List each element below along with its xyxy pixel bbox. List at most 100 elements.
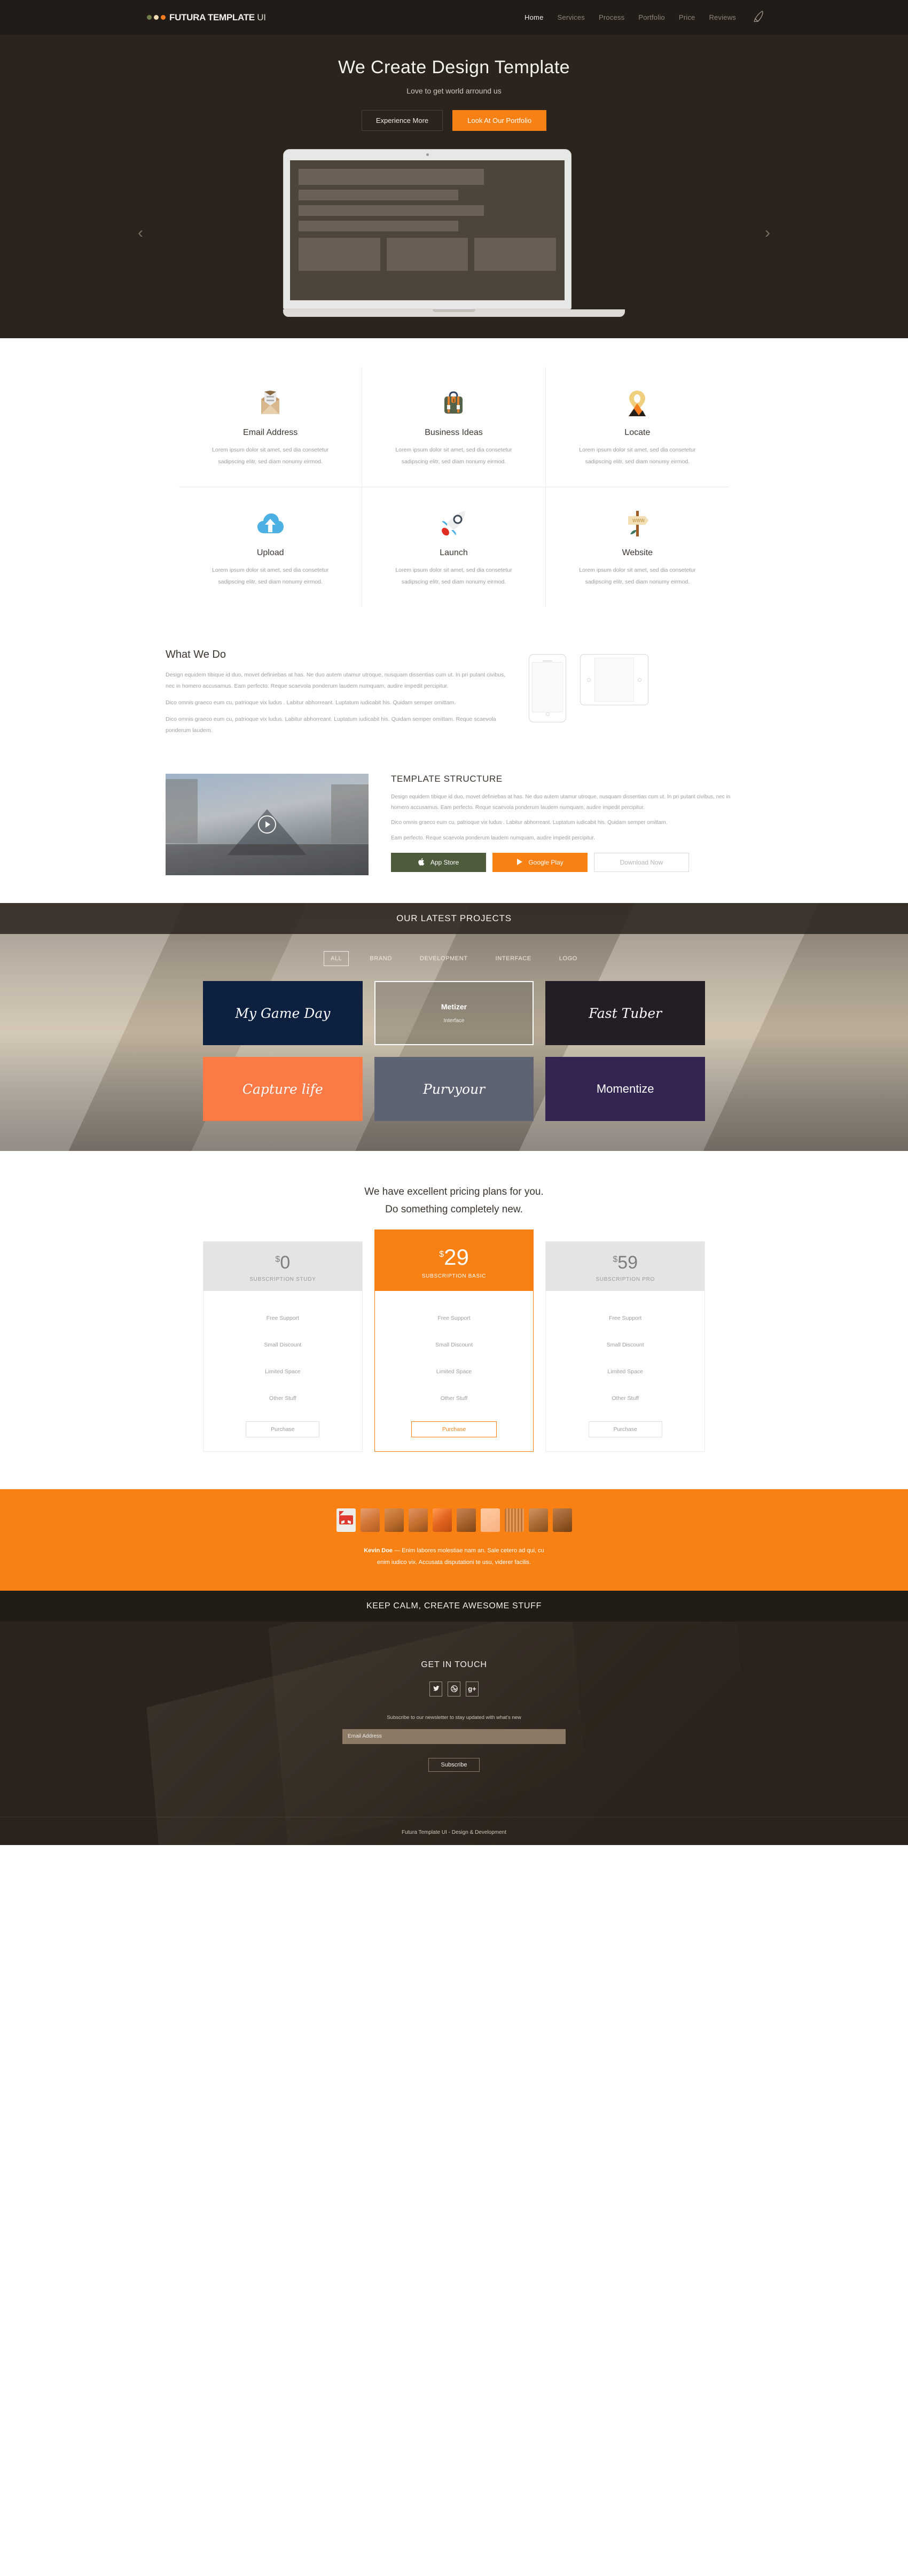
- portfolio-title-bar: OUR LATEST PROJECTS: [0, 903, 908, 935]
- rocket-icon[interactable]: [753, 10, 764, 25]
- carousel-prev-arrow-icon[interactable]: ‹: [138, 224, 143, 242]
- phone-mockup: [529, 654, 566, 723]
- avatar[interactable]: [480, 1508, 500, 1532]
- play-icon[interactable]: [258, 815, 276, 834]
- brand-logo[interactable]: FUTURA TEMPLATE UI: [147, 12, 266, 23]
- pricing-section: We have excellent pricing plans for you.…: [0, 1151, 908, 1489]
- pricing-card-basic: $29 SUBSCRIPTION BASIC Free Support Smal…: [374, 1229, 534, 1452]
- portfolio-tile-metizer[interactable]: Metizer Interface: [374, 981, 534, 1046]
- email-address-input[interactable]: [342, 1729, 566, 1744]
- avatar[interactable]: [528, 1508, 548, 1532]
- portfolio-tile-name: Metizer: [441, 1002, 467, 1011]
- landing-page: FUTURA TEMPLATE UI Home Services Process…: [0, 0, 908, 1845]
- services-section: Email Address Lorem ipsum dolor sit amet…: [0, 338, 908, 631]
- google-play-button[interactable]: Google Play: [492, 853, 588, 873]
- newsletter-label: Subscribe to our newsletter to stay upda…: [387, 1714, 521, 1721]
- nav-item-portfolio[interactable]: Portfolio: [638, 13, 665, 21]
- briefcase-icon: [378, 385, 529, 422]
- template-structure-paragraph-2: Dico omnis graeco eum cu, patrioque vix …: [391, 820, 668, 826]
- google-plus-icon[interactable]: g+: [466, 1681, 479, 1696]
- portfolio-filter-all[interactable]: ALL: [324, 951, 349, 967]
- service-desc-line-1: Lorem ipsum dolor sit amet, sed dia cons…: [395, 447, 512, 453]
- avatar[interactable]: [360, 1508, 380, 1532]
- footer-text: Futura Template UI - Design & Developmen…: [401, 1829, 506, 1835]
- portfolio-filter-interface[interactable]: INTERFACE: [489, 951, 538, 966]
- brand-name-text: FUTURA TEMPLATE: [169, 12, 255, 22]
- portfolio-tile-my-game-day[interactable]: My Game Day: [203, 981, 363, 1046]
- app-store-label: App Store: [430, 859, 459, 867]
- plan-feature: Free Support: [609, 1314, 642, 1321]
- testimonial-section: Kevin Doe — Enim labores molestiae nam a…: [0, 1489, 908, 1591]
- service-card-website[interactable]: WWW Website Lorem ipsum dolor sit amet, …: [546, 487, 729, 607]
- avatar[interactable]: [504, 1508, 524, 1532]
- plan-feature: Other Stuff: [612, 1395, 639, 1402]
- service-title: Business Ideas: [425, 428, 483, 437]
- template-structure-paragraph-1: Design equidem tibique id duo, movet def…: [391, 794, 731, 811]
- avatar[interactable]: [552, 1508, 572, 1532]
- svg-text:WWW: WWW: [632, 518, 645, 523]
- testimonial-author: Kevin Doe: [364, 1547, 393, 1554]
- currency-symbol: $: [439, 1249, 444, 1259]
- google-play-label: Google Play: [528, 859, 563, 867]
- service-title: Email Address: [243, 428, 298, 437]
- nav-item-process[interactable]: Process: [599, 13, 624, 21]
- currency-symbol: $: [613, 1255, 618, 1264]
- avatar[interactable]: [384, 1508, 404, 1532]
- portfolio-tile-fast-tuber[interactable]: Fast Tuber: [545, 981, 705, 1046]
- laptop-mockup: [283, 149, 625, 317]
- service-card-launch[interactable]: Launch Lorem ipsum dolor sit amet, sed d…: [362, 487, 546, 608]
- pricing-heading-line-1: We have excellent pricing plans for you.: [364, 1186, 544, 1198]
- rocket-icon: [378, 505, 529, 542]
- service-card-upload[interactable]: Upload Lorem ipsum dolor sit amet, sed d…: [179, 487, 363, 608]
- portfolio-filter-logo[interactable]: LOGO: [552, 951, 584, 966]
- look-at-portfolio-button[interactable]: Look At Our Portfolio: [452, 110, 547, 131]
- testimonial-avatars: [0, 1508, 908, 1532]
- portfolio-title: OUR LATEST PROJECTS: [396, 913, 512, 924]
- portfolio-tile-category: Interface: [443, 1018, 465, 1024]
- nav-item-home[interactable]: Home: [525, 13, 543, 21]
- price-amount: 59: [617, 1252, 638, 1273]
- nav-item-services[interactable]: Services: [558, 13, 585, 21]
- download-now-button[interactable]: Download Now: [594, 853, 689, 873]
- services-grid: Email Address Lorem ipsum dolor sit amet…: [179, 367, 729, 608]
- purchase-button-study[interactable]: Purchase: [246, 1421, 320, 1437]
- service-desc-line-2: sadipscing elitr, sed diam nonumy eirmod…: [218, 579, 323, 586]
- nav-links: Home Services Process Portfolio Price Re…: [525, 10, 764, 25]
- service-title: Launch: [440, 548, 468, 558]
- currency-symbol: $: [275, 1255, 280, 1264]
- service-card-email-address[interactable]: Email Address Lorem ipsum dolor sit amet…: [179, 367, 363, 488]
- twitter-icon[interactable]: [429, 1681, 442, 1696]
- service-desc-line-1: Lorem ipsum dolor sit amet, sed dia cons…: [212, 447, 329, 453]
- brand-dots-icon: [147, 15, 166, 20]
- portfolio-tile-momentize[interactable]: Momentize: [545, 1057, 705, 1122]
- experience-more-button[interactable]: Experience More: [361, 110, 443, 131]
- portfolio-filter-development[interactable]: DEVELOPMENT: [413, 951, 475, 966]
- purchase-button-pro[interactable]: Purchase: [588, 1421, 662, 1437]
- portfolio-tile-purvyour[interactable]: Purvyour: [374, 1057, 534, 1122]
- avatar[interactable]: [432, 1508, 452, 1532]
- service-title: Locate: [624, 428, 651, 437]
- app-store-button[interactable]: App Store: [391, 853, 486, 873]
- service-card-business-ideas[interactable]: Business Ideas Lorem ipsum dolor sit ame…: [362, 367, 546, 488]
- play-triangle-icon: [516, 858, 523, 867]
- what-we-do-title: What We Do: [166, 649, 226, 661]
- map-pin-icon: [562, 385, 713, 422]
- service-card-locate[interactable]: Locate Lorem ipsum dolor sit amet, sed d…: [545, 367, 729, 488]
- video-thumbnail[interactable]: [166, 774, 369, 876]
- avatar[interactable]: [336, 1508, 356, 1532]
- carousel-next-arrow-icon[interactable]: ›: [765, 224, 770, 242]
- purchase-button-basic[interactable]: Purchase: [411, 1421, 497, 1437]
- tablet-mockup: [580, 654, 648, 706]
- service-desc-line-1: Lorem ipsum dolor sit amet, sed dia cons…: [395, 567, 512, 574]
- nav-item-reviews[interactable]: Reviews: [709, 13, 736, 21]
- nav-item-price[interactable]: Price: [679, 13, 695, 21]
- avatar[interactable]: [408, 1508, 428, 1532]
- portfolio-tile-capture-life[interactable]: Capture life: [203, 1057, 363, 1122]
- portfolio-section: OUR LATEST PROJECTS ALL BRAND DEVELOPMEN…: [0, 903, 908, 1151]
- subscribe-button[interactable]: Subscribe: [428, 1757, 480, 1772]
- avatar[interactable]: [456, 1508, 476, 1532]
- signpost-www-icon: WWW: [562, 505, 713, 542]
- portfolio-filter-brand[interactable]: BRAND: [363, 951, 399, 966]
- plan-feature: Free Support: [266, 1314, 299, 1321]
- dribbble-icon[interactable]: [448, 1681, 460, 1696]
